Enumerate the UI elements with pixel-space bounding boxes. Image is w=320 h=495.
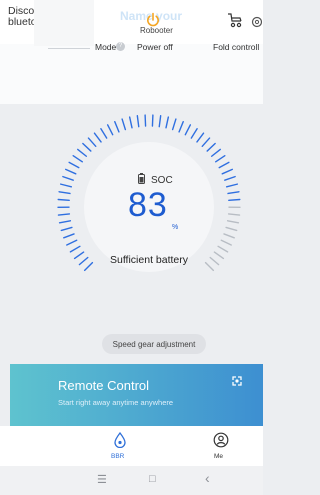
soc-label: SOC xyxy=(151,174,173,186)
remote-control-icon[interactable] xyxy=(230,374,244,393)
gauge-tick xyxy=(82,142,92,152)
gauge-tick xyxy=(136,115,140,128)
gauge-tick xyxy=(218,161,230,169)
speed-gear-adjustment-button[interactable]: Speed gear adjustment xyxy=(102,334,206,354)
gauge-tick xyxy=(57,213,71,216)
gauge-tick xyxy=(171,118,177,131)
gauge-tick xyxy=(227,191,240,195)
gauge-tick xyxy=(106,124,114,136)
soc-unit: % xyxy=(172,224,179,231)
gauge-tick xyxy=(66,239,78,246)
gauge-tick xyxy=(59,183,73,188)
mode-underline xyxy=(48,48,90,49)
gauge-tick xyxy=(165,116,170,129)
gauge-tick xyxy=(220,239,232,246)
gauge-tick xyxy=(72,155,84,163)
gauge-tick xyxy=(213,251,225,260)
home-icon[interactable]: □ xyxy=(149,473,156,485)
gauge-tick xyxy=(100,128,108,139)
power-off-icon[interactable] xyxy=(145,12,161,33)
back-icon[interactable]: ‹ xyxy=(205,470,210,486)
gauge-tick xyxy=(68,161,80,169)
gauge-tick xyxy=(190,128,198,139)
gauge-tick xyxy=(63,233,75,239)
gauge-tick xyxy=(196,132,205,143)
remote-control-title: Remote Control xyxy=(58,378,150,393)
gauge-tick xyxy=(225,183,239,188)
gauge-tick xyxy=(201,137,211,147)
remote-control-subtitle: Start right away anytime anywhere xyxy=(58,398,174,407)
gauge-tick xyxy=(226,220,240,224)
gauge-tick xyxy=(228,198,241,201)
gauge-tick xyxy=(214,155,226,163)
gauge-tick xyxy=(93,132,102,143)
gauge-tick xyxy=(73,251,85,260)
power-off-label[interactable]: Power off xyxy=(137,42,173,52)
fold-controller-icon[interactable] xyxy=(226,12,244,33)
gauge-tick xyxy=(58,220,72,224)
tab-me[interactable]: Me xyxy=(214,453,223,460)
gauge-tick xyxy=(121,118,127,131)
gauge-tick xyxy=(217,245,229,253)
gauge-tick xyxy=(225,226,238,232)
soc-value: 83 xyxy=(128,186,168,224)
gauge-tick xyxy=(227,213,241,216)
gauge-tick xyxy=(87,137,97,147)
gauge-tick xyxy=(62,175,74,181)
help-icon[interactable]: ? xyxy=(116,42,125,51)
gauge-tick xyxy=(60,226,73,232)
fold-controll-label[interactable]: Fold controll xyxy=(213,42,259,52)
system-nav-bar xyxy=(0,466,263,495)
remote-control-banner[interactable] xyxy=(10,364,263,426)
gauge-tick xyxy=(184,124,192,136)
recent-apps-icon[interactable]: ☰ xyxy=(97,473,107,486)
mode-row xyxy=(0,44,263,104)
gauge-tick xyxy=(57,198,70,201)
battery-status-text: Sufficient battery xyxy=(109,254,189,266)
gauge-tick xyxy=(223,233,235,239)
settings-icon[interactable] xyxy=(250,15,262,29)
profile-tab-icon[interactable] xyxy=(213,432,229,453)
gauge-tick xyxy=(128,116,133,129)
gauge-tick xyxy=(178,120,184,133)
mode-button[interactable]: Mode xyxy=(95,42,116,52)
gauge-tick xyxy=(64,168,77,175)
tab-bbr[interactable]: BBR xyxy=(111,453,124,460)
gauge-tick xyxy=(77,148,88,157)
gauge-tick xyxy=(58,191,71,195)
gauge-tick xyxy=(158,115,162,128)
gauge-tick xyxy=(114,120,120,133)
gauge-tick xyxy=(224,175,236,181)
gauge-tick xyxy=(206,142,216,152)
gauge-tick xyxy=(221,168,234,175)
mode-overlay xyxy=(34,0,94,46)
gauge-tick xyxy=(210,148,221,157)
gauge-tick xyxy=(69,245,81,253)
bbr-tab-icon[interactable] xyxy=(114,431,126,453)
